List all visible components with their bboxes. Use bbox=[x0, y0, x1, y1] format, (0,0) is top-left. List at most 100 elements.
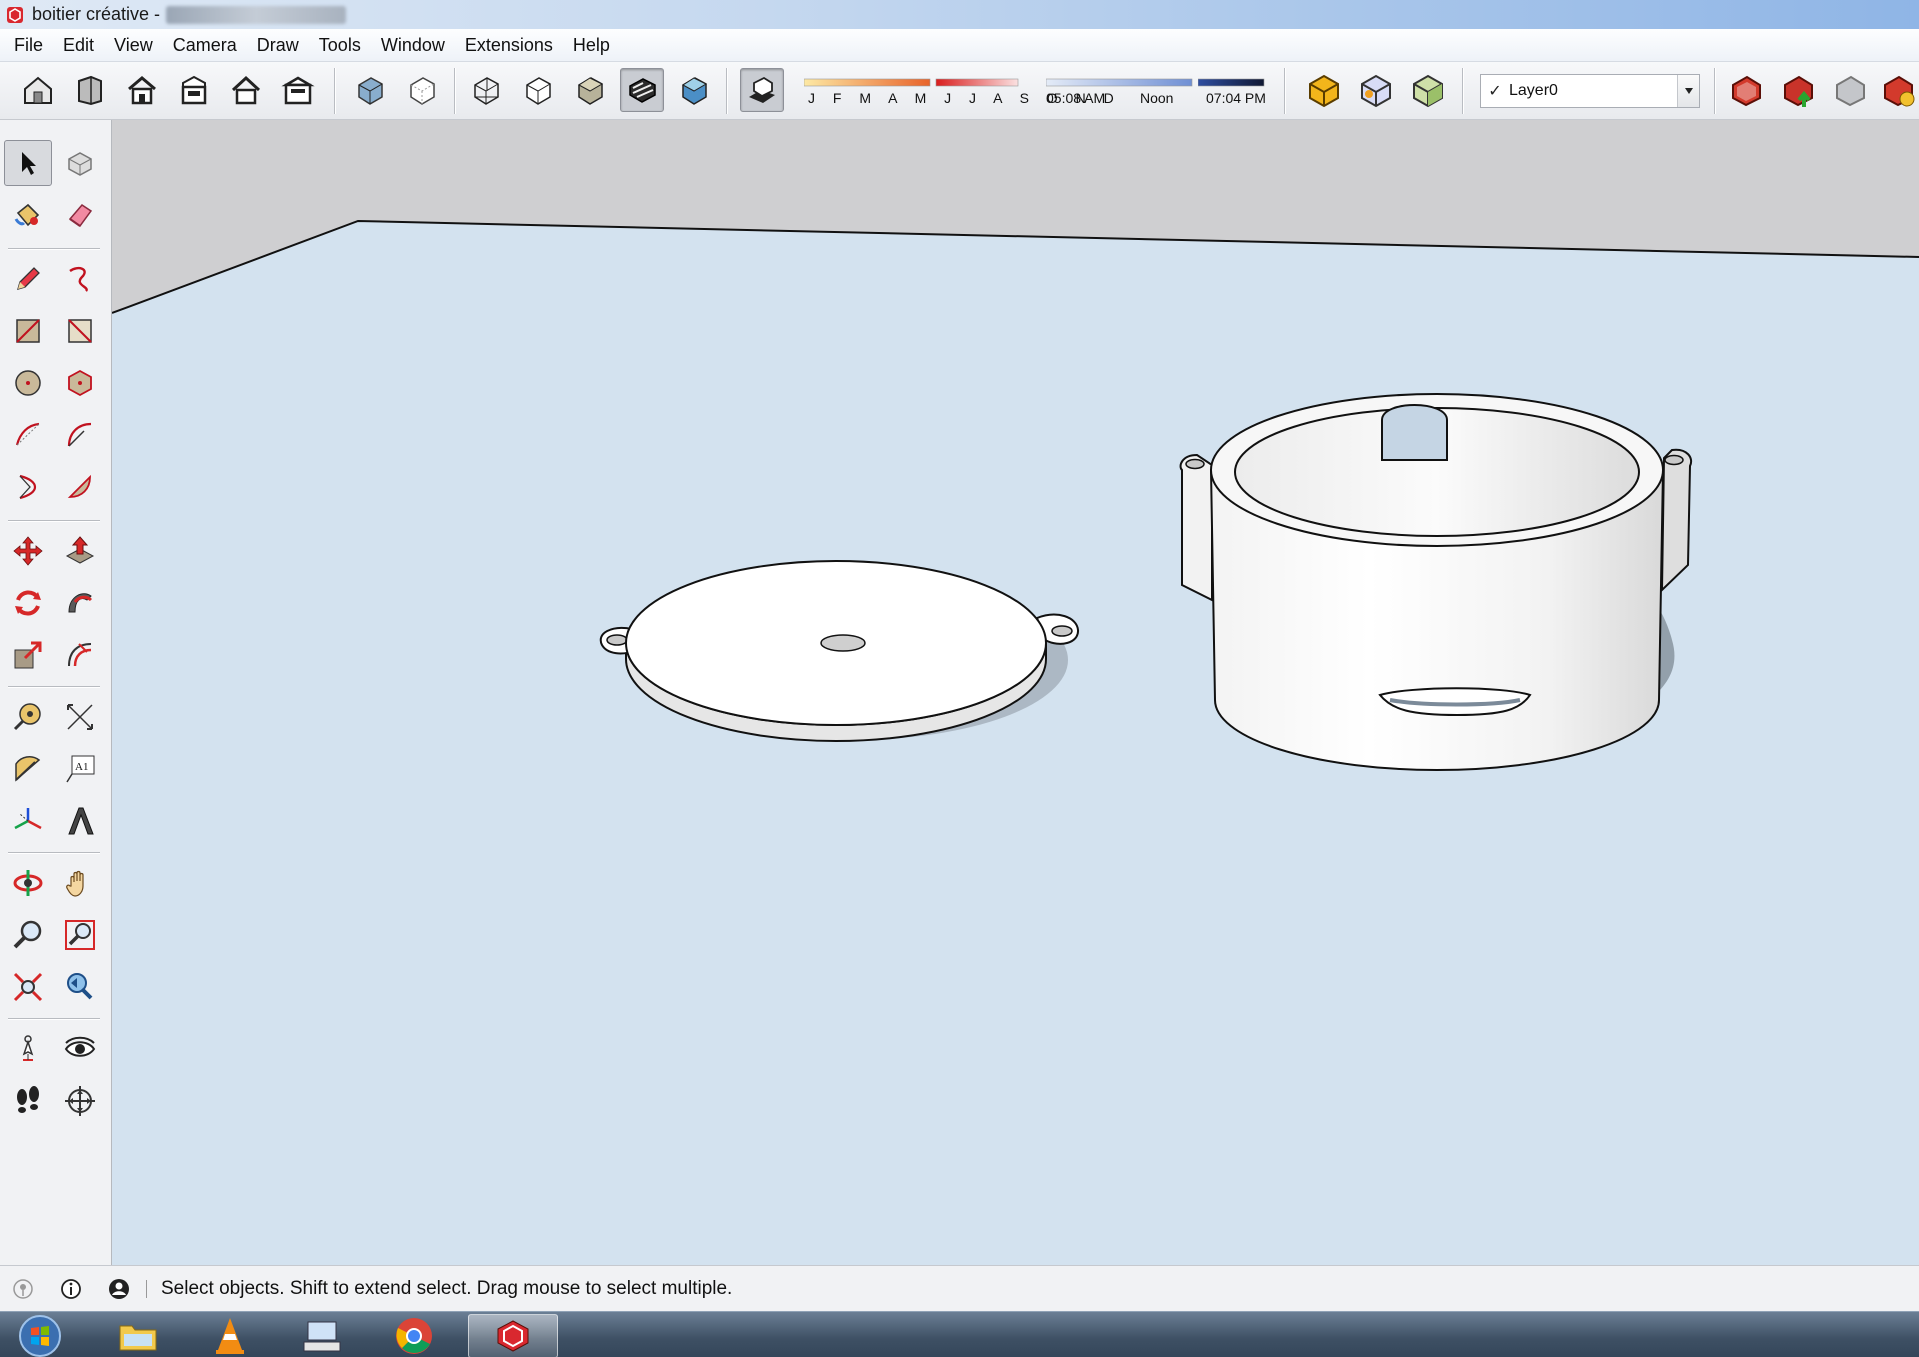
left-view-button[interactable] bbox=[276, 68, 320, 112]
offset-tool-button[interactable] bbox=[56, 632, 104, 678]
section-plane-icon bbox=[65, 1086, 95, 1116]
share-model-button[interactable] bbox=[1776, 68, 1820, 112]
start-button[interactable] bbox=[4, 1314, 76, 1357]
menu-edit[interactable]: Edit bbox=[53, 29, 104, 62]
user-account-status[interactable] bbox=[106, 1276, 132, 1302]
3d-text-tool-button[interactable] bbox=[56, 798, 104, 844]
model-viewport[interactable] bbox=[112, 120, 1919, 1265]
section-plane-tool-button[interactable] bbox=[56, 1078, 104, 1124]
lid-part[interactable] bbox=[599, 560, 1080, 742]
text-tool-button[interactable]: A1 bbox=[56, 746, 104, 792]
dimension-tool-button[interactable] bbox=[56, 694, 104, 740]
zoom-window-tool-button[interactable] bbox=[56, 912, 104, 958]
hidden-line-style-button[interactable] bbox=[516, 68, 560, 112]
taskbar-keyboard-app[interactable] bbox=[284, 1314, 360, 1357]
three-point-arc-tool-button[interactable] bbox=[4, 464, 52, 510]
model-scene[interactable] bbox=[112, 120, 1919, 1265]
front-view-button[interactable] bbox=[120, 68, 164, 112]
month-slider-track-left[interactable] bbox=[804, 76, 934, 88]
taskbar-explorer[interactable] bbox=[100, 1314, 176, 1357]
circle-tool-button[interactable] bbox=[4, 360, 52, 406]
taskbar-sketchup[interactable] bbox=[468, 1314, 558, 1357]
menu-view[interactable]: View bbox=[104, 29, 163, 62]
share-component-button[interactable] bbox=[1828, 68, 1872, 112]
layer-selector[interactable]: ✓ Layer0 bbox=[1480, 74, 1700, 108]
zoom-tool-button[interactable] bbox=[4, 912, 52, 958]
rotated-rectangle-tool-button[interactable] bbox=[56, 308, 104, 354]
top-view-button[interactable] bbox=[68, 68, 112, 112]
back-view-button[interactable] bbox=[224, 68, 268, 112]
back-view-icon bbox=[231, 75, 261, 105]
component-box-button[interactable] bbox=[1302, 68, 1346, 112]
box-part[interactable] bbox=[1179, 393, 1692, 771]
windows-start-icon bbox=[19, 1315, 61, 1357]
sketchup-app: boitier créative - File Edit View Camera… bbox=[0, 0, 1919, 1357]
iso-view-button[interactable] bbox=[16, 68, 60, 112]
shadows-toggle-icon bbox=[749, 76, 775, 103]
pie-tool-button[interactable] bbox=[56, 464, 104, 510]
menu-extensions[interactable]: Extensions bbox=[455, 29, 563, 62]
pan-tool-button[interactable] bbox=[56, 860, 104, 906]
move-tool-button[interactable] bbox=[4, 528, 52, 574]
make-component-tool-button[interactable] bbox=[56, 140, 104, 186]
menu-help[interactable]: Help bbox=[563, 29, 620, 62]
eraser-tool-button[interactable] bbox=[56, 192, 104, 238]
wireframe-style-button[interactable] bbox=[464, 68, 508, 112]
monochrome-style-button[interactable] bbox=[672, 68, 716, 112]
layer-dropdown-button[interactable] bbox=[1677, 75, 1699, 107]
push-pull-tool-button[interactable] bbox=[56, 528, 104, 574]
geo-location-status[interactable] bbox=[10, 1276, 36, 1302]
materials-button[interactable] bbox=[1406, 68, 1450, 112]
xray-style-button[interactable] bbox=[348, 68, 392, 112]
zoom-extents-tool-button[interactable] bbox=[4, 964, 52, 1010]
select-tool-button[interactable] bbox=[4, 140, 52, 186]
month-slider-track-right[interactable] bbox=[934, 76, 1020, 88]
position-camera-tool-button[interactable] bbox=[4, 1026, 52, 1072]
follow-me-tool-button[interactable] bbox=[56, 580, 104, 626]
taskbar-vlc[interactable] bbox=[192, 1314, 268, 1357]
menu-draw[interactable]: Draw bbox=[247, 29, 309, 62]
rectangle-icon bbox=[16, 319, 40, 343]
menu-file[interactable]: File bbox=[4, 29, 53, 62]
pie-icon bbox=[67, 474, 91, 498]
move-icon bbox=[13, 536, 43, 566]
shaded-textures-style-button[interactable] bbox=[620, 68, 664, 112]
freehand-tool-button[interactable] bbox=[56, 256, 104, 302]
component-browser-button[interactable] bbox=[1354, 68, 1398, 112]
arc-tool-button[interactable] bbox=[4, 412, 52, 458]
time-slider-track-left[interactable] bbox=[1046, 76, 1194, 88]
rotate-tool-button[interactable] bbox=[4, 580, 52, 626]
back-edges-style-button[interactable] bbox=[400, 68, 444, 112]
box-ear-hole-left bbox=[1185, 458, 1205, 470]
shadows-toggle-button[interactable] bbox=[740, 68, 784, 112]
time-slider-track-right[interactable] bbox=[1198, 76, 1266, 88]
look-around-tool-button[interactable] bbox=[56, 1026, 104, 1072]
toolbar-separator bbox=[726, 68, 728, 114]
paint-bucket-tool-button[interactable] bbox=[4, 192, 52, 238]
shaded-style-button[interactable] bbox=[568, 68, 612, 112]
extension-warehouse-button[interactable] bbox=[1876, 68, 1919, 112]
two-point-arc-tool-button[interactable] bbox=[56, 412, 104, 458]
right-view-icon bbox=[181, 75, 207, 105]
tape-measure-tool-button[interactable] bbox=[4, 694, 52, 740]
polygon-tool-button[interactable] bbox=[56, 360, 104, 406]
menu-tools[interactable]: Tools bbox=[309, 29, 371, 62]
get-models-button[interactable] bbox=[1724, 68, 1768, 112]
status-bar: Select objects. Shift to extend select. … bbox=[0, 1265, 1919, 1311]
menu-camera[interactable]: Camera bbox=[163, 29, 247, 62]
rectangle-tool-button[interactable] bbox=[4, 308, 52, 354]
menu-window[interactable]: Window bbox=[371, 29, 455, 62]
pencil-tool-button[interactable] bbox=[4, 256, 52, 302]
3d-text-icon bbox=[68, 807, 94, 835]
axes-tool-button[interactable] bbox=[4, 798, 52, 844]
geo-location-icon bbox=[13, 1278, 33, 1299]
credits-status[interactable] bbox=[58, 1276, 84, 1302]
scale-tool-button[interactable] bbox=[4, 632, 52, 678]
protractor-tool-button[interactable] bbox=[4, 746, 52, 792]
previous-view-tool-button[interactable] bbox=[56, 964, 104, 1010]
sketchup-taskbar-icon bbox=[497, 1320, 529, 1352]
orbit-tool-button[interactable] bbox=[4, 860, 52, 906]
taskbar-chrome[interactable] bbox=[376, 1314, 452, 1357]
walk-tool-button[interactable] bbox=[4, 1078, 52, 1124]
right-view-button[interactable] bbox=[172, 68, 216, 112]
